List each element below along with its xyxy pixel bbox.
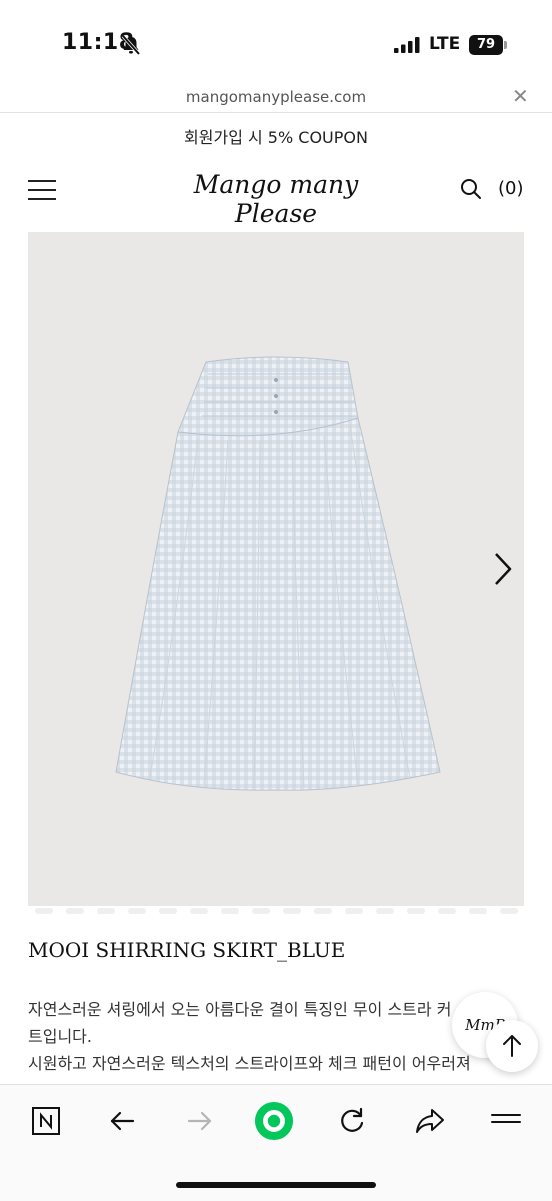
menu-button[interactable] <box>486 1101 526 1141</box>
refresh-icon <box>341 1107 364 1132</box>
skirt-illustration <box>115 356 441 791</box>
search-icon[interactable] <box>460 178 482 200</box>
share-icon <box>416 1109 444 1133</box>
green-dot-icon <box>254 1101 294 1141</box>
description-line: 시원하고 자연스러운 텍스처의 스트라이프와 체크 패턴이 어우러져 <box>28 1054 471 1073</box>
naver-n-icon <box>32 1107 60 1135</box>
site-logo[interactable]: Mango many Please <box>160 170 392 228</box>
back-button[interactable] <box>102 1101 142 1141</box>
url-bar[interactable]: mangomanyplease.com <box>0 88 552 106</box>
hamburger-icon <box>491 1114 521 1123</box>
refresh-button[interactable] <box>332 1101 372 1141</box>
close-icon[interactable]: ✕ <box>512 84 529 108</box>
scroll-top-button[interactable] <box>486 1020 538 1072</box>
share-button[interactable] <box>410 1101 450 1141</box>
battery-nub <box>504 41 507 49</box>
promo-banner[interactable]: 회원가입 시 5% COUPON <box>0 124 552 148</box>
arrow-left-icon <box>110 1111 135 1131</box>
chevron-right-icon[interactable] <box>490 548 516 590</box>
carousel-indicator <box>28 906 524 916</box>
product-title: MOOI SHIRRING SKIRT_BLUE <box>28 938 346 962</box>
network-label: LTE <box>429 34 461 54</box>
signal-icon <box>394 37 420 53</box>
bell-muted-icon <box>121 34 141 56</box>
menu-icon[interactable] <box>28 180 56 200</box>
naver-home-button[interactable] <box>26 1101 66 1141</box>
battery-indicator: 79 <box>469 35 503 55</box>
home-indicator[interactable] <box>176 1182 376 1188</box>
divider <box>0 112 552 113</box>
product-description: 자연스러운 셔링에서 오는 아름다운 결이 특징인 무이 스트라 커 트입니다.… <box>28 996 528 1077</box>
product-image[interactable] <box>28 232 524 906</box>
arrow-right-icon <box>187 1111 212 1131</box>
naver-green-dot-button[interactable] <box>254 1101 294 1141</box>
forward-button[interactable] <box>180 1101 220 1141</box>
arrow-up-icon <box>503 1035 521 1057</box>
cart-count[interactable]: (0) <box>498 178 524 199</box>
